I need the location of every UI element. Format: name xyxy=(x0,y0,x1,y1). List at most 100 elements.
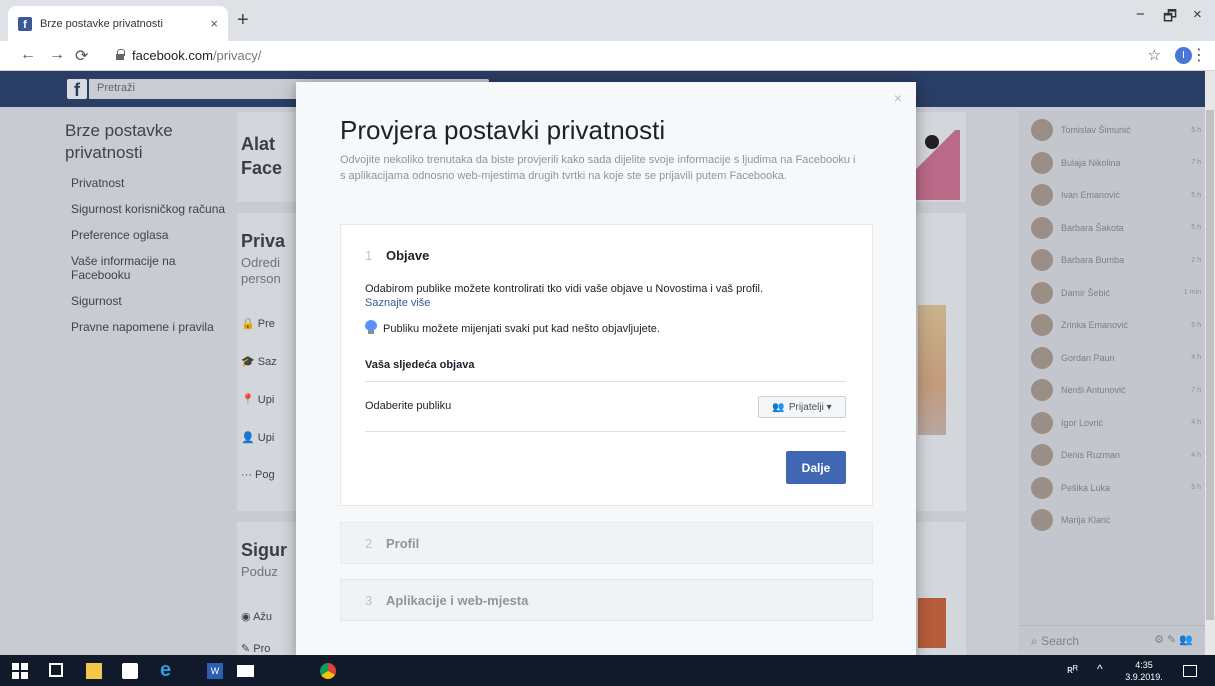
chat-contact[interactable]: Marija Klarić xyxy=(1031,508,1201,532)
contact-time: 7 h xyxy=(1191,386,1201,394)
forward-icon[interactable]: → xyxy=(49,46,65,64)
maximize-button[interactable]: 🗗 xyxy=(1163,6,1177,31)
windows-taskbar: e W ʀᴿ ^ 4:35 3.9.2019. xyxy=(0,655,1215,686)
edge-icon[interactable]: e xyxy=(160,660,176,680)
next-button[interactable]: Dalje xyxy=(786,451,846,484)
chat-contact[interactable]: Gordan Paun 4 h xyxy=(1031,346,1201,370)
avatar xyxy=(1031,151,1053,174)
clock-date[interactable]: 3.9.2019. xyxy=(1119,672,1169,683)
decorative-image xyxy=(918,598,946,648)
minimize-button[interactable]: − xyxy=(1136,6,1145,23)
notification-icon[interactable] xyxy=(1183,665,1197,677)
step-title: Profil xyxy=(386,536,420,551)
card-row[interactable]: ✎ Pro xyxy=(241,642,270,655)
chat-contact[interactable]: Denis Ruzman 4 h xyxy=(1031,443,1201,467)
audience-selector[interactable]: 👥 Prijatelji ▾ xyxy=(758,396,846,418)
step-profile[interactable]: 2 Profil xyxy=(340,522,873,564)
menu-kebab-icon[interactable]: ⋮ xyxy=(1191,45,1207,65)
chrome-icon[interactable] xyxy=(320,663,336,679)
browser-tab-bar: f Brze postavke privatnosti × + − 🗗 × xyxy=(0,0,1215,41)
contact-name: Marija Klarić xyxy=(1061,515,1111,525)
card-title: Priva xyxy=(241,231,286,251)
new-tab-button[interactable]: + xyxy=(237,9,249,32)
chat-contact[interactable]: Pešika Luka 5 h xyxy=(1031,476,1201,500)
contact-name: Barbara Šakota xyxy=(1061,222,1124,233)
avatar xyxy=(1031,314,1053,336)
decorative-image xyxy=(918,305,946,435)
bookmark-star-icon[interactable]: ☆ xyxy=(1148,46,1161,64)
left-nav-item[interactable]: Sigurnost korisničkog računa xyxy=(71,202,227,216)
chat-contact[interactable]: Damir Šebić 1 min xyxy=(1031,281,1201,305)
scrollbar-thumb[interactable] xyxy=(1206,110,1214,620)
chat-contact[interactable]: Bulaja Nikolina 7 h xyxy=(1031,151,1201,175)
card-row[interactable]: ··· Pog xyxy=(241,469,275,481)
contact-time: 1 min xyxy=(1183,289,1201,296)
card-row[interactable]: ◉ Ažu xyxy=(241,610,272,623)
card-row[interactable]: 📍 Upi xyxy=(241,393,274,406)
chat-contact[interactable]: Ivan Emanović 5 h xyxy=(1031,183,1201,207)
contact-name: Gordan Paun xyxy=(1061,352,1115,363)
step-number: 1 xyxy=(365,248,373,263)
card-row[interactable]: 🔒 Pre xyxy=(241,317,275,330)
contact-name: Zrinka Emanović xyxy=(1061,320,1129,330)
card-row[interactable]: 👤 Upi xyxy=(241,431,274,444)
contact-time: 5 h xyxy=(1191,191,1201,199)
avatar xyxy=(1031,476,1053,499)
step-apps[interactable]: 3 Aplikacije i web-mjesta xyxy=(340,579,873,621)
reload-icon[interactable]: ⟳ xyxy=(75,46,88,66)
chat-contact[interactable]: Nenši Antunović 7 h xyxy=(1031,378,1201,402)
contact-time: 4 h xyxy=(1191,419,1201,426)
left-nav-title: Brze postavke privatnosti xyxy=(65,121,173,162)
left-nav-item[interactable]: Vaše informacije na Facebooku xyxy=(71,254,227,282)
chat-contact[interactable]: Zrinka Emanović 5 h xyxy=(1031,313,1201,337)
chat-contact[interactable]: Barbara Šakota 5 h xyxy=(1031,216,1201,240)
divider xyxy=(365,381,846,382)
chat-contact[interactable]: Tomislav Šimunić 5 h xyxy=(1031,118,1201,142)
avatar xyxy=(1031,184,1053,206)
url-field[interactable]: facebook.com/privacy/ xyxy=(132,48,261,63)
card-security: Sigur Poduz ◉ Ažu ✎ Pro xyxy=(237,522,297,655)
card-row[interactable]: 🎓 Saz xyxy=(241,355,277,368)
chat-search-input[interactable]: ⌕ Search ⚙ ✎ 👥 xyxy=(1019,625,1205,655)
avatar xyxy=(1031,379,1053,401)
avatar xyxy=(1031,119,1053,141)
chat-settings-icons[interactable]: ⚙ ✎ 👥 xyxy=(1154,633,1193,646)
audience-label: Odaberite publiku xyxy=(365,400,452,412)
windows-start-icon[interactable] xyxy=(12,663,28,679)
contact-time: 5 h xyxy=(1191,484,1201,491)
left-nav-item[interactable]: Privatnost xyxy=(71,176,227,190)
store-icon[interactable] xyxy=(122,663,138,679)
contact-name: Nenši Antunović xyxy=(1061,385,1126,395)
left-nav-item[interactable]: Preference oglasa xyxy=(71,228,227,242)
word-icon[interactable]: W xyxy=(207,663,223,679)
left-nav-item[interactable]: Pravne napomene i pravila xyxy=(71,320,227,334)
chat-contact[interactable]: Barbara Bumba 2 h xyxy=(1031,248,1201,272)
facebook-favicon-icon: f xyxy=(18,16,32,31)
left-nav-item[interactable]: Sigurnost xyxy=(71,294,227,308)
avatar xyxy=(1031,281,1053,304)
mail-icon[interactable] xyxy=(237,665,254,677)
back-icon[interactable]: ← xyxy=(20,46,36,64)
avatar xyxy=(1031,509,1053,531)
task-view-icon[interactable] xyxy=(49,663,63,677)
step-title: Objave xyxy=(386,248,430,263)
facebook-logo-icon[interactable]: f xyxy=(67,79,87,100)
chevron-up-icon[interactable]: ^ xyxy=(1097,663,1103,675)
chat-contact[interactable]: Igor Lovrić 4 h xyxy=(1031,411,1201,435)
card-privacy: Priva Odredi person 🔒 Pre 🎓 Saz 📍 Upi 👤 … xyxy=(237,213,297,511)
dialog-title: Provjera postavki privatnosti xyxy=(340,115,666,145)
file-explorer-icon[interactable] xyxy=(86,663,102,679)
close-window-button[interactable]: × xyxy=(1193,6,1202,23)
browser-tab[interactable]: f Brze postavke privatnosti × xyxy=(8,6,228,41)
learn-more-link[interactable]: Saznajte više xyxy=(365,297,430,309)
contact-name: Ivan Emanović xyxy=(1061,190,1121,200)
profile-avatar[interactable]: I xyxy=(1175,47,1192,64)
people-icon[interactable]: ʀᴿ xyxy=(1067,665,1078,676)
avatar xyxy=(1031,346,1053,369)
close-icon[interactable]: × xyxy=(894,90,902,106)
next-post-heading: Vaša sljedeća objava xyxy=(365,359,475,371)
clock-time[interactable]: 4:35 xyxy=(1119,660,1169,671)
tab-close-icon[interactable]: × xyxy=(210,16,218,31)
contact-name: Bulaja Nikolina xyxy=(1061,157,1121,168)
contact-time: 4 h xyxy=(1191,354,1201,361)
